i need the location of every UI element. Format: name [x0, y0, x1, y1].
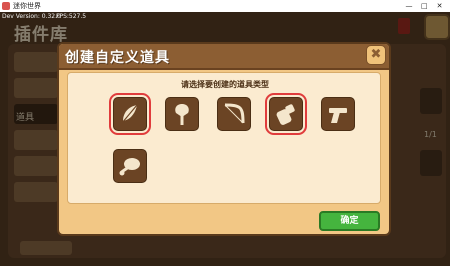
dialog-title: 创建自定义道具 [65, 50, 170, 66]
bow-icon [224, 103, 245, 124]
dialog-header: 创建自定义道具 ✖ [59, 44, 389, 70]
dialog-close-button[interactable]: ✖ [366, 45, 386, 65]
item-type-panel: 请选择要创建的道具类型 [67, 72, 381, 204]
maximize-button[interactable]: □ [418, 0, 431, 12]
item-type-shovel[interactable] [165, 97, 199, 131]
item-type-feather[interactable] [109, 93, 151, 135]
confirm-button[interactable]: 确定 [319, 211, 380, 231]
fps-label: FPS:527.5 [56, 13, 87, 20]
shovel-icon [175, 104, 189, 125]
item-type-meat[interactable] [113, 149, 147, 183]
minimize-button[interactable]: — [403, 0, 416, 12]
item-type-bow[interactable] [217, 97, 251, 131]
feather-icon [121, 104, 138, 124]
window-titlebar: 迷你世界 — □ ✕ [0, 0, 450, 12]
item-type-revolver[interactable] [321, 97, 355, 131]
create-item-dialog: 创建自定义道具 ✖ 请选择要创建的道具类型 确定 [57, 42, 391, 236]
item-type-bandage[interactable] [265, 93, 307, 135]
window-title: 迷你世界 [13, 2, 41, 10]
revolver-icon [329, 108, 347, 123]
meat-icon [119, 158, 140, 176]
close-window-button[interactable]: ✕ [433, 0, 446, 12]
window-controls: — □ ✕ [403, 0, 446, 12]
app-icon [2, 2, 10, 10]
version-label: Dev Version: 0.32.0 [2, 13, 61, 20]
bandage-icon [276, 104, 295, 125]
select-type-prompt: 请选择要创建的道具类型 [181, 80, 269, 89]
close-icon: ✖ [370, 47, 382, 62]
